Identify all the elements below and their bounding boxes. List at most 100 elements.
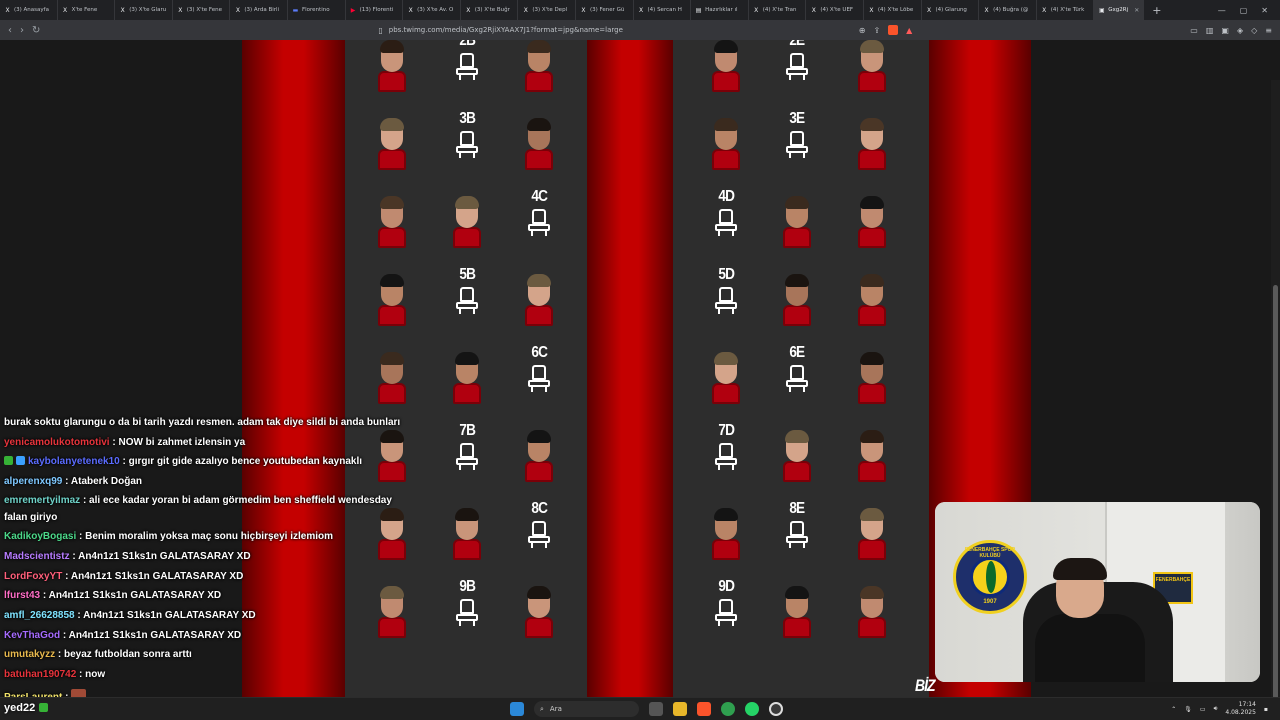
player-portrait — [709, 40, 743, 92]
empty-seat: 9D — [706, 579, 746, 637]
chair-icon — [455, 53, 479, 81]
close-window-icon[interactable]: ✕ — [1261, 6, 1268, 15]
x-icon: X — [523, 6, 528, 14]
tab-active[interactable]: ▣ Gxg2Rj ✕ — [1094, 0, 1145, 20]
player-portrait — [522, 274, 556, 326]
chat-username[interactable]: kaybolanyetenek10 — [28, 456, 120, 467]
tab-6[interactable]: ▶ (13) Florenti — [346, 0, 404, 20]
clock[interactable]: 17:14 4.08.2025 — [1225, 701, 1256, 717]
empty-seat: 5B — [447, 267, 487, 325]
window-controls: — ▢ ✕ — [1218, 6, 1280, 15]
player-portrait — [855, 352, 889, 404]
tab-12[interactable]: ▤ Hazırlıklar ıl — [691, 0, 749, 20]
seat-code: 8C — [531, 500, 548, 517]
url-text: pbs.twimg.com/media/Gxg2RjiXYAAX7J1?form… — [388, 26, 623, 34]
minimize-icon[interactable]: — — [1218, 6, 1226, 15]
tab-label: (4) Glarung — [935, 7, 967, 13]
chat-username[interactable]: lfurst43 — [4, 590, 40, 601]
tab-label: Gxg2Rj — [1108, 7, 1129, 13]
menu-icon[interactable]: ≡ — [1265, 26, 1272, 35]
tab-9[interactable]: X (3) X'te Depl — [518, 0, 576, 20]
tray-chevron-icon[interactable]: ⌃ — [1171, 706, 1176, 713]
stream-chat: burak soktu glarungu o da bi tarih yazdı… — [0, 417, 440, 697]
volume-icon[interactable]: 🔊︎ — [1214, 705, 1218, 713]
x-icon: X — [466, 6, 471, 14]
zoom-icon[interactable]: ⊕ — [859, 26, 866, 35]
back-icon[interactable]: ‹ — [8, 25, 12, 36]
maximize-icon[interactable]: ▢ — [1240, 6, 1248, 15]
vpn-icon[interactable]: ◇ — [1251, 26, 1257, 35]
tab-1[interactable]: X X'te Fene — [58, 0, 116, 20]
reload-icon[interactable]: ↻ — [32, 25, 40, 36]
seat-code: 4C — [531, 188, 548, 205]
taskbar-search[interactable]: ⌕ Ara — [534, 701, 639, 717]
obs-icon[interactable] — [769, 702, 783, 716]
chair-icon — [785, 521, 809, 549]
mic-icon[interactable]: 🎙︎ — [1184, 706, 1192, 713]
empty-seat: 9B — [447, 579, 487, 637]
chat-message: emremertyilmaz : ali ece kadar yoran bi … — [4, 495, 392, 506]
chat-username[interactable]: KadikoyBogasi — [4, 531, 76, 542]
scrollbar-thumb[interactable] — [1273, 285, 1278, 697]
tab-4[interactable]: X (3) Arda Birli — [230, 0, 288, 20]
chat-username[interactable]: batuhan190742 — [4, 669, 76, 680]
share-icon[interactable]: ⇪ — [873, 26, 880, 35]
chat-username[interactable]: umutakyzz — [4, 649, 55, 660]
chat-message: burak soktu glarungu o da bi tarih yazdı… — [4, 417, 400, 428]
tab-3[interactable]: X (3) X'te Fene — [173, 0, 231, 20]
chat-text: : ali ece kadar yoran bi adam görmedim b… — [82, 495, 392, 506]
player-portrait — [522, 40, 556, 92]
close-tab-icon[interactable]: ✕ — [1134, 7, 1139, 14]
cast-icon[interactable]: ▭ — [1190, 26, 1198, 35]
chat-text: : Ataberk Doğan — [65, 476, 143, 487]
network-icon[interactable]: ▭ — [1200, 706, 1206, 713]
chat-username[interactable]: amfl_26628858 — [4, 610, 75, 621]
notification-icon[interactable]: ▪ — [1264, 706, 1268, 713]
brave-rewards-icon[interactable]: ▲ — [906, 26, 912, 35]
chat-username[interactable]: yenicamolukotomotivi — [4, 437, 110, 448]
tab-10[interactable]: X (3) Fener Gü — [576, 0, 634, 20]
x-icon: X — [926, 6, 932, 14]
tab-0[interactable]: X (3) Anasayfa — [0, 0, 58, 20]
tab-7[interactable]: X (3) X'te Av. O — [403, 0, 461, 20]
tab-2[interactable]: X (3) X'te Glaru — [115, 0, 173, 20]
tab-5[interactable]: ▬ Florentino — [288, 0, 346, 20]
chat-username[interactable]: emremertyilmaz — [4, 495, 80, 506]
clock-date: 4.08.2025 — [1225, 709, 1256, 716]
whatsapp-icon[interactable] — [745, 702, 759, 716]
bookmark-icon[interactable]: ▯ — [378, 26, 382, 35]
extension-icon[interactable]: ◈ — [1237, 26, 1243, 35]
tab-17[interactable]: X (4) Buğra (@ — [979, 0, 1037, 20]
tab-14[interactable]: X (4) X'te UEF — [806, 0, 864, 20]
tab-13[interactable]: X (4) X'te Tran — [749, 0, 807, 20]
player-portrait — [780, 586, 814, 638]
file-explorer-icon[interactable] — [673, 702, 687, 716]
chat-username[interactable]: LordFoxyYT — [4, 571, 62, 582]
tab-18[interactable]: X (4) X'te Türk — [1037, 0, 1095, 20]
doc-icon: ▤ — [695, 6, 702, 14]
brave-shields-icon[interactable] — [888, 25, 899, 35]
tab-11[interactable]: X (4) Sercan H — [634, 0, 692, 20]
chat-username[interactable]: Madscientistz — [4, 551, 70, 562]
sidebar-icon[interactable]: ▥ — [1206, 26, 1214, 35]
start-icon[interactable] — [510, 702, 524, 716]
chrome-icon[interactable] — [721, 702, 735, 716]
wallet-icon[interactable]: ▣ — [1221, 26, 1229, 35]
gift-badge-icon — [16, 456, 25, 465]
url-field[interactable]: ▯ pbs.twimg.com/media/Gxg2RjiXYAAX7J1?fo… — [378, 26, 623, 35]
chat-message: kaybolanyetenek10 : gırgır git gide azal… — [4, 456, 362, 467]
tab-16[interactable]: X (4) Glarung — [922, 0, 980, 20]
chat-text: : NOW bi zahmet izlensin ya — [112, 437, 246, 448]
tab-15[interactable]: X (4) X'te Lõbe — [864, 0, 922, 20]
chat-username[interactable]: alperenxq99 — [4, 476, 62, 487]
scrollbar[interactable] — [1271, 80, 1280, 697]
forward-icon[interactable]: › — [20, 25, 24, 36]
brave-browser-icon[interactable] — [697, 702, 711, 716]
task-view-icon[interactable] — [649, 702, 663, 716]
chat-text: : An4n1z1 S1ks1n GALATASARAY XD — [62, 630, 242, 641]
chat-username[interactable]: KevThaGod — [4, 630, 60, 641]
x-icon: X — [638, 6, 644, 14]
flag-text: FENERBAHÇE — [1155, 577, 1191, 583]
new-tab-button[interactable]: + — [1144, 4, 1169, 17]
tab-8[interactable]: X (3) X'te Buğr — [461, 0, 519, 20]
